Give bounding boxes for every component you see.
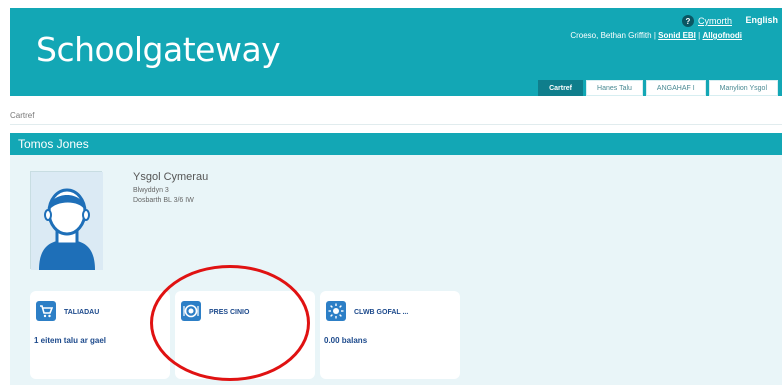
help-control[interactable]: ? Cymorth [681, 15, 732, 27]
tab-school-details[interactable]: Manylion Ysgol [708, 80, 778, 96]
student-title-bar: Tomos Jones [10, 133, 782, 155]
payments-card-status: 1 eitem talu ar gael [34, 336, 107, 345]
student-avatar [30, 171, 103, 270]
cart-icon [36, 301, 56, 321]
student-name: Tomos Jones [18, 137, 89, 151]
lunch-card[interactable]: PRES CINIO [175, 291, 315, 379]
main-tabs: Cartref Hanes Talu ANGAHAF I Manylion Ys… [538, 80, 778, 96]
help-link[interactable]: Cymorth [698, 16, 732, 26]
language-switch-link[interactable]: English [745, 15, 778, 25]
student-year: Blwyddyn 3 [133, 187, 169, 194]
user-welcome: Croeso, Bethan Griffith [570, 31, 652, 40]
sun-icon [326, 301, 346, 321]
tab-3[interactable]: ANGAHAF I [645, 80, 706, 96]
student-class: Dosbarth BL 3/6 IW [133, 197, 194, 204]
divider [10, 124, 782, 125]
tab-home[interactable]: Cartref [538, 80, 584, 96]
care-club-card-title: CLWB GOFAL ... [354, 309, 409, 316]
school-name: Ysgol Cymerau [133, 171, 209, 183]
breadcrumb[interactable]: Cartref [10, 111, 34, 120]
payments-card-title: TALIADAU [64, 309, 100, 316]
account-link[interactable]: Sonid EBI [658, 31, 696, 40]
user-info-line: Croeso, Bethan Griffith | Sonid EBI | Al… [570, 31, 742, 40]
person-icon [31, 172, 103, 270]
tab-payment-history[interactable]: Hanes Talu [586, 80, 643, 96]
lunch-card-title: PRES CINIO [209, 309, 250, 316]
header-bar: Schoolgateway ? Cymorth English Croeso, … [10, 8, 782, 96]
lunch-plate-icon [181, 301, 201, 321]
care-club-card[interactable]: CLWB GOFAL ... 0.00 balans [320, 291, 460, 379]
payments-card[interactable]: TALIADAU 1 eitem talu ar gael [30, 291, 170, 379]
help-icon: ? [681, 15, 694, 27]
student-panel: Tomos Jones Ysgol Cymerau Blwyddyn 3 Dos… [10, 133, 782, 385]
care-club-balance: 0.00 balans [324, 336, 368, 345]
logout-link[interactable]: Allgofnodi [702, 31, 742, 40]
schoolgateway-logo: Schoolgateway [36, 30, 281, 69]
